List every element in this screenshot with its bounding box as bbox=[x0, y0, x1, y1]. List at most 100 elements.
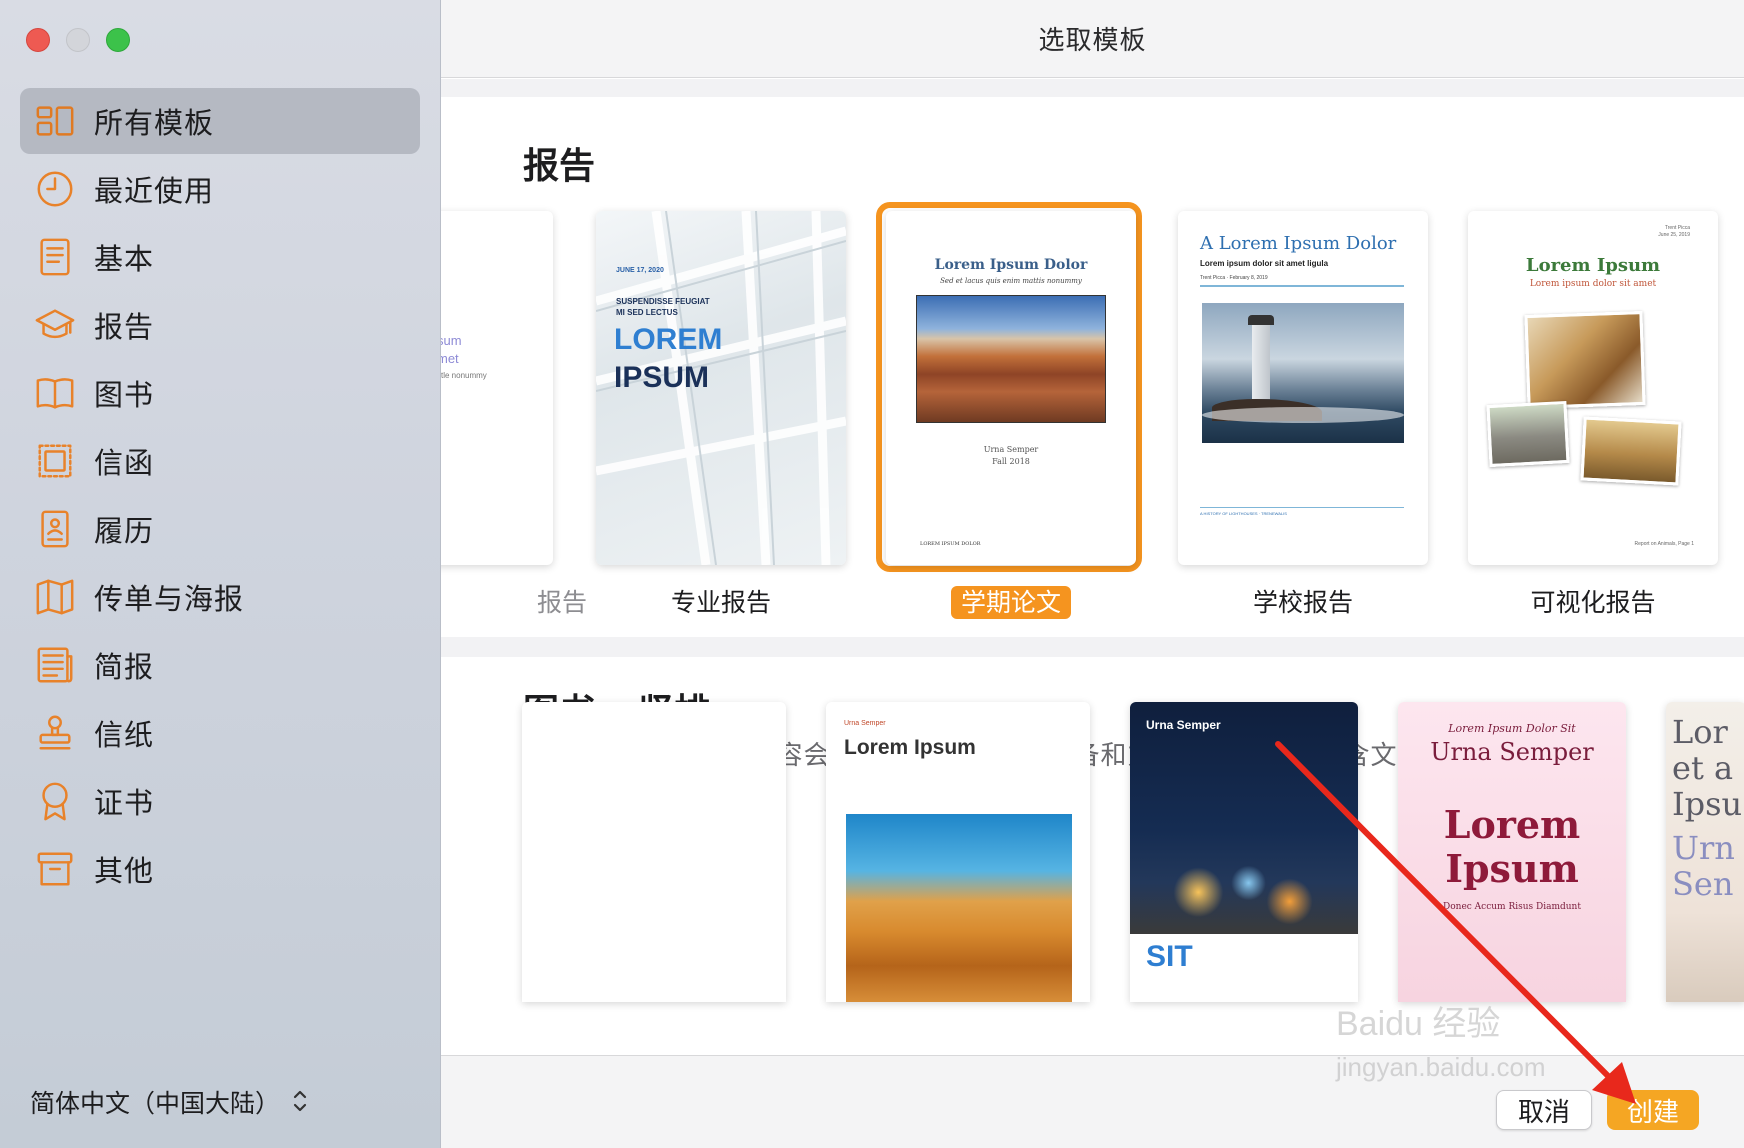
book-template-desert[interactable]: Urna Semper Lorem Ipsum bbox=[826, 702, 1090, 1002]
sidebar: 所有模板 最近使用 基本 报告 图书 信函 履历 传单与海报 简报 信纸 证书 … bbox=[0, 0, 441, 1148]
thumb-text: June 25, 2019 bbox=[1658, 232, 1690, 238]
thumb-text: Urna Semper bbox=[1146, 718, 1221, 732]
template-term-paper[interactable]: Lorem Ipsum Dolor Sed et lacus quis enim… bbox=[876, 202, 1142, 619]
book-icon bbox=[32, 370, 78, 416]
sidebar-item-recent[interactable]: 最近使用 bbox=[20, 156, 420, 222]
clock-icon bbox=[32, 166, 78, 212]
thumb-text: Sed et lacus quis enim mattis nonummy bbox=[940, 277, 1082, 285]
sidebar-item-label: 简报 bbox=[94, 650, 155, 684]
section-title: 报告 bbox=[523, 146, 596, 187]
thumb-text: Fall 2018 bbox=[992, 457, 1030, 466]
thumb-text: Trent Picca bbox=[1664, 225, 1690, 231]
thumb-text: Lorem Ipsum Dolor bbox=[934, 257, 1088, 273]
chevron-up-down-icon bbox=[292, 1088, 308, 1117]
thumb-text: A HISTORY OF LIGHTHOUSES · TRENEWALIS bbox=[1200, 511, 1287, 516]
meerkat-image bbox=[1580, 416, 1682, 486]
sidebar-item-resumes[interactable]: 履历 bbox=[20, 496, 420, 562]
ribbon-icon bbox=[32, 778, 78, 824]
template-label: 专业报告 bbox=[596, 583, 846, 619]
book-template-blank[interactable] bbox=[522, 702, 786, 1002]
sidebar-item-other[interactable]: 其他 bbox=[20, 836, 420, 902]
thumb-text: Ipsu bbox=[1672, 785, 1743, 823]
sidebar-item-label: 传单与海报 bbox=[94, 582, 245, 616]
sidebar-item-label: 履历 bbox=[94, 514, 155, 548]
thumb-text: Urna Semper bbox=[844, 720, 886, 727]
thumb-text: met bbox=[441, 351, 459, 366]
sidebar-item-label: 所有模板 bbox=[94, 106, 215, 140]
sidebar-item-label: 图书 bbox=[94, 378, 155, 412]
template-label-text: 专业报告 bbox=[670, 588, 771, 617]
elephant-image bbox=[1486, 400, 1570, 468]
sidebar-item-reports[interactable]: 报告 bbox=[20, 292, 420, 358]
template-thumbnail: JUNE 17, 2020 SUSPENDISSE FEUGIAT MI SED… bbox=[596, 211, 846, 565]
thumb-text: A Lorem Ipsum Dolor bbox=[1200, 233, 1397, 254]
sidebar-item-newsletters[interactable]: 简报 bbox=[20, 632, 420, 698]
close-window-button[interactable] bbox=[26, 28, 50, 52]
dialog-footer: 取消 创建 bbox=[441, 1055, 1744, 1148]
language-label: 简体中文（中国大陆） bbox=[30, 1089, 281, 1118]
thumb-text: sum bbox=[441, 333, 462, 348]
thumb-text: Urn bbox=[1672, 829, 1735, 867]
thumb-text: Lorem ipsum dolor sit amet bbox=[1529, 279, 1657, 289]
sidebar-item-basic[interactable]: 基本 bbox=[20, 224, 420, 290]
desert-image bbox=[846, 814, 1072, 1002]
template-thumbnail: Lorem Ipsum Dolor Sed et lacus quis enim… bbox=[886, 211, 1136, 565]
thumb-text: Urna Semper bbox=[983, 445, 1039, 454]
giraffe-image bbox=[1524, 310, 1646, 410]
divider bbox=[1200, 285, 1404, 287]
create-button[interactable]: 创建 bbox=[1607, 1090, 1699, 1130]
archive-box-icon bbox=[32, 846, 78, 892]
category-list: 所有模板 最近使用 基本 报告 图书 信函 履历 传单与海报 简报 信纸 证书 … bbox=[20, 88, 420, 904]
template-thumbnail: A Lorem Ipsum Dolor Lorem ipsum dolor si… bbox=[1178, 211, 1428, 565]
template-label-text: 学期论文 bbox=[950, 586, 1071, 619]
newsletter-icon bbox=[32, 642, 78, 688]
thumb-text: Ipsum bbox=[1445, 846, 1579, 891]
thumb-text: Donec Accum Risus Diamdunt bbox=[1443, 902, 1581, 912]
book-template-night-city[interactable]: Urna Semper SIT bbox=[1130, 702, 1358, 1002]
template-school-report[interactable]: A Lorem Ipsum Dolor Lorem ipsum dolor si… bbox=[1178, 211, 1428, 617]
thumb-text: Lorem ipsum dolor sit amet ligula bbox=[1200, 259, 1329, 268]
thumb-text: LOREM IPSUM DOLOR bbox=[920, 541, 981, 547]
template-label-text: 报告 bbox=[536, 588, 587, 617]
language-selector[interactable]: 简体中文（中国大陆） bbox=[30, 1084, 308, 1120]
thumb-text: Sen bbox=[1672, 865, 1734, 903]
thumb-text: JUNE 17, 2020 bbox=[616, 267, 664, 274]
canyon-image bbox=[916, 295, 1106, 423]
sidebar-item-all-templates[interactable]: 所有模板 bbox=[20, 88, 420, 154]
thumb-text: MI SED LECTUS bbox=[616, 308, 678, 317]
sidebar-item-certificates[interactable]: 证书 bbox=[20, 768, 420, 834]
zoom-window-button[interactable] bbox=[106, 28, 130, 52]
cancel-button[interactable]: 取消 bbox=[1496, 1090, 1592, 1130]
template-label: 报告 bbox=[441, 583, 587, 619]
lighthouse-image bbox=[1202, 303, 1404, 443]
thumb-text: Urna Semper bbox=[1430, 738, 1594, 766]
thumb-text: Lorem Ipsum bbox=[844, 736, 976, 759]
template-visual-report[interactable]: Trent Picca June 25, 2019 Lorem Ipsum Lo… bbox=[1468, 211, 1718, 617]
window-title: 选取模板 bbox=[1038, 26, 1147, 56]
sidebar-item-label: 信纸 bbox=[94, 718, 155, 752]
template-label-text: 可视化报告 bbox=[1530, 588, 1656, 617]
thumb-text: Lor bbox=[1672, 713, 1728, 751]
thumb-text: Trent Picca · February 8, 2019 bbox=[1200, 275, 1268, 281]
window-controls bbox=[26, 28, 130, 52]
person-document-icon bbox=[32, 506, 78, 552]
book-template-pink[interactable]: Lorem Ipsum Dolor Sit Urna Semper Lorem … bbox=[1398, 702, 1626, 1002]
window-titlebar: 选取模板 bbox=[441, 0, 1744, 78]
sidebar-item-letters[interactable]: 信函 bbox=[20, 428, 420, 494]
template-professional-report[interactable]: JUNE 17, 2020 SUSPENDISSE FEUGIAT MI SED… bbox=[596, 211, 846, 617]
sidebar-item-stationery[interactable]: 信纸 bbox=[20, 700, 420, 766]
minimize-window-button[interactable] bbox=[66, 28, 90, 52]
template-label-text: 学校报告 bbox=[1252, 588, 1353, 617]
graduation-cap-icon bbox=[32, 302, 78, 348]
sidebar-item-label: 其他 bbox=[94, 854, 155, 888]
sidebar-item-label: 基本 bbox=[94, 242, 155, 276]
thumb-text: SIT bbox=[1146, 940, 1193, 973]
template-label: 学期论文 bbox=[886, 583, 1136, 619]
book-template-partial[interactable]: Lor et a Ipsu Urn Sen bbox=[1666, 702, 1744, 1002]
sidebar-item-books[interactable]: 图书 bbox=[20, 360, 420, 426]
thumb-text: Lorem Ipsum Dolor Sit bbox=[1448, 722, 1576, 735]
template-report-partial[interactable]: sum met ctle nonummy 报告 bbox=[441, 211, 587, 617]
sidebar-item-label: 报告 bbox=[94, 310, 155, 344]
sidebar-item-flyers-posters[interactable]: 传单与海报 bbox=[20, 564, 420, 630]
city-lights-image bbox=[1130, 702, 1358, 934]
